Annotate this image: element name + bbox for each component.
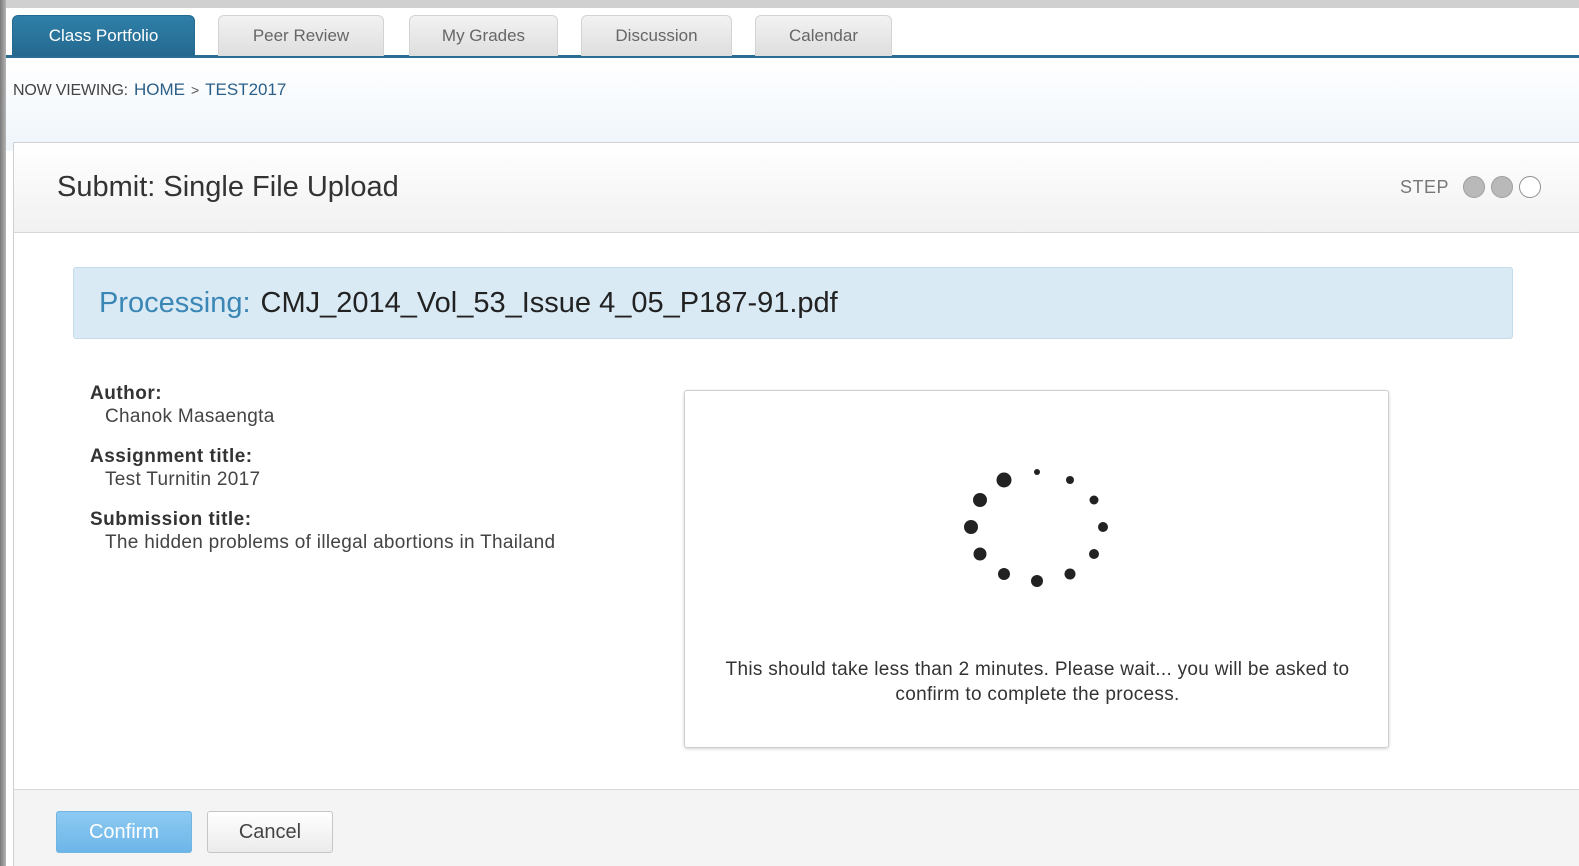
processing-filename: CMJ_2014_Vol_53_Issue 4_05_P187-91.pdf [260, 286, 838, 319]
breadcrumb-separator: > [190, 82, 200, 98]
page: Class Portfolio Peer Review My Grades Di… [6, 8, 1579, 866]
submission-details: Author: Chanok Masaengta Assignment titl… [90, 383, 555, 572]
panel-footer: Confirm Cancel [14, 789, 1579, 866]
author-label: Author: [90, 383, 163, 404]
step-indicator: STEP [1400, 176, 1541, 198]
loading-spinner-icon [964, 469, 1108, 587]
submission-title-label: Submission title: [90, 509, 252, 530]
author-value: Chanok Masaengta [105, 406, 275, 427]
tab-class-portfolio[interactable]: Class Portfolio [12, 15, 195, 56]
breadcrumb-test2017[interactable]: TEST2017 [205, 80, 286, 100]
breadcrumb: NOW VIEWING: HOME > TEST2017 [13, 80, 286, 100]
submission-title-value: The hidden problems of illegal abortions… [105, 532, 556, 553]
step-dot-3 [1519, 176, 1541, 198]
assignment-title-label: Assignment title: [90, 446, 253, 467]
step-dot-2 [1491, 176, 1513, 198]
confirm-button[interactable]: Confirm [56, 811, 192, 853]
step-dot-1 [1463, 176, 1485, 198]
tab-peer-review[interactable]: Peer Review [218, 15, 384, 56]
tab-discussion[interactable]: Discussion [581, 15, 732, 56]
breadcrumb-home[interactable]: HOME [134, 80, 185, 100]
processing-label: Processing: [99, 286, 251, 319]
tab-bar: Class Portfolio Peer Review My Grades Di… [6, 8, 1579, 58]
wait-message: This should take less than 2 minutes. Pl… [725, 659, 1350, 705]
panel-header: Submit: Single File Upload STEP [14, 143, 1579, 233]
tab-calendar[interactable]: Calendar [755, 15, 892, 56]
breadcrumb-label: NOW VIEWING: [13, 82, 128, 99]
assignment-title-value: Test Turnitin 2017 [105, 469, 261, 490]
processing-status-box: This should take less than 2 minutes. Pl… [684, 390, 1389, 748]
tab-my-grades[interactable]: My Grades [409, 15, 558, 56]
processing-banner: Processing: CMJ_2014_Vol_53_Issue 4_05_P… [73, 267, 1513, 339]
page-title: Submit: Single File Upload [57, 171, 399, 203]
submit-panel: Submit: Single File Upload STEP Processi… [13, 142, 1579, 866]
step-label: STEP [1399, 176, 1449, 197]
breadcrumb-bar: NOW VIEWING: HOME > TEST2017 [6, 61, 1579, 151]
cancel-button[interactable]: Cancel [207, 811, 333, 853]
